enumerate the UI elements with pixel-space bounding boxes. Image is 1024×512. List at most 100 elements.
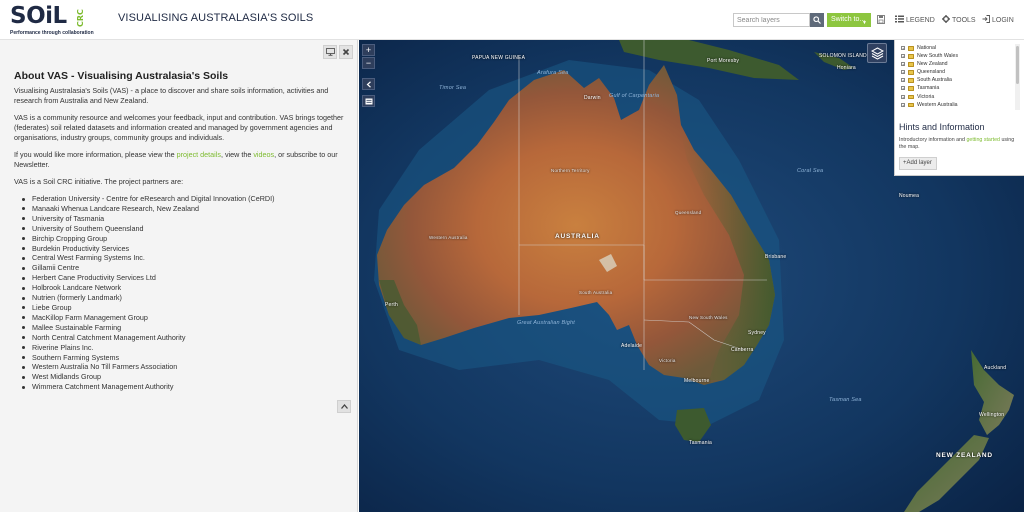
- label-nsw: New South Wales: [689, 315, 728, 320]
- label-western-australia: Western Australia: [429, 235, 468, 240]
- label-south-australia: South Australia: [579, 290, 613, 295]
- layer-tree-item[interactable]: + Western Australia: [901, 101, 1015, 109]
- partner-item: Southern Farming Systems: [21, 353, 274, 363]
- label-perth: Perth: [385, 302, 398, 308]
- partner-item: Wimmera Catchment Management Authority: [21, 382, 274, 392]
- close-icon: [342, 48, 350, 56]
- folder-icon: [908, 78, 914, 83]
- layer-tree-label: Victoria: [917, 93, 935, 100]
- partner-item: Western Australia No Till Farmers Associ…: [21, 362, 274, 372]
- layer-tree-item[interactable]: + Victoria: [901, 93, 1015, 101]
- layer-tree-label: Tasmania: [917, 85, 940, 92]
- layer-tree-label: South Australia: [917, 77, 952, 84]
- partner-item: Federation University - Centre for eRese…: [21, 194, 275, 203]
- about-community: VAS is a community resource and welcomes…: [14, 113, 344, 142]
- expand-icon[interactable]: +: [901, 70, 905, 75]
- more-info-text: If you would like more information, plea…: [14, 150, 177, 159]
- layer-tree-item[interactable]: + South Australia: [901, 76, 1015, 84]
- monitor-icon: [326, 48, 335, 56]
- layer-tree-item[interactable]: + National: [901, 44, 1015, 52]
- add-layer-label: Add layer: [906, 160, 932, 166]
- list-icon: [895, 15, 904, 23]
- label-honiara: Honiara: [837, 65, 856, 71]
- label-victoria: Victoria: [659, 358, 676, 363]
- zoom-out-button[interactable]: −: [362, 57, 375, 69]
- folder-icon: [908, 62, 914, 67]
- getting-started-link[interactable]: getting started: [966, 137, 1000, 143]
- label-brisbane: Brisbane: [765, 254, 787, 260]
- label-noumea: Noumea: [899, 193, 920, 199]
- label-gulf-carpentaria: Gulf of Carpentaria: [609, 93, 660, 99]
- logo-crc: CRC: [76, 9, 85, 27]
- add-layer-button[interactable]: +Add layer: [899, 157, 937, 170]
- folder-icon: [908, 86, 914, 91]
- login-button[interactable]: LOGIN: [982, 15, 1014, 25]
- partner-item: Mallee Sustainable Farming: [21, 323, 274, 333]
- soil-crc-logo[interactable]: SOiL CRC Performance through collaborati…: [10, 3, 94, 37]
- label-tasmania: Tasmania: [689, 440, 712, 446]
- about-more-info: If you would like more information, plea…: [14, 150, 349, 170]
- videos-link[interactable]: videos: [253, 150, 274, 159]
- close-panel-button[interactable]: [339, 45, 353, 59]
- hints-title: Hints and Information: [899, 122, 985, 132]
- expand-icon[interactable]: +: [901, 62, 905, 67]
- label-canberra: Canberra: [731, 347, 754, 353]
- partner-item: North Central Catchment Management Autho…: [21, 333, 274, 343]
- partner-item: Burdekin Productivity Services: [21, 244, 274, 254]
- partner-item: MacKillop Farm Management Group: [21, 313, 274, 323]
- map-list-button[interactable]: [362, 95, 375, 107]
- layers-panel: + National + New South Wales + New Zealand + Qu…: [894, 40, 1024, 176]
- tools-button[interactable]: TOOLS: [942, 15, 976, 25]
- label-wellington: Wellington: [979, 412, 1005, 418]
- label-melbourne: Melbourne: [684, 378, 710, 384]
- chevron-left-icon: [366, 81, 371, 88]
- layer-tree-item[interactable]: + New Zealand: [901, 60, 1015, 68]
- partner-item: Riverine Plains Inc.: [21, 343, 274, 353]
- expand-icon[interactable]: +: [901, 54, 905, 59]
- expand-icon[interactable]: +: [901, 94, 905, 99]
- layers-toggle-button[interactable]: [867, 43, 887, 63]
- expand-icon[interactable]: +: [901, 78, 905, 83]
- partner-item: Central West Farming Systems Inc.: [21, 253, 274, 263]
- expand-icon[interactable]: +: [901, 102, 905, 107]
- label-queensland: Queensland: [675, 210, 702, 215]
- switch-to-dropdown[interactable]: Switch to... ▼: [827, 13, 871, 27]
- search-button[interactable]: [810, 13, 824, 27]
- search-layers-input[interactable]: [733, 13, 810, 27]
- expand-icon[interactable]: +: [901, 46, 905, 51]
- label-coral-sea: Coral Sea: [797, 168, 824, 174]
- layer-tree-item[interactable]: + Tasmania: [901, 84, 1015, 92]
- logo-tagline: Performance through collaboration: [10, 30, 94, 36]
- layer-tree-item[interactable]: + New South Wales: [901, 52, 1015, 60]
- layer-tree-item[interactable]: + Queensland: [901, 68, 1015, 76]
- desktop-view-button[interactable]: [323, 45, 337, 59]
- label-new-zealand: NEW ZEALAND: [936, 452, 993, 459]
- layer-tree-label: New Zealand: [917, 61, 948, 68]
- layer-tree-scrollbar[interactable]: [1015, 44, 1020, 110]
- label-arafura: Arafura Sea: [537, 70, 569, 76]
- partner-item: West Midlands Group: [21, 372, 274, 382]
- about-intro: Visualising Australasia's Soils (VAS) - …: [14, 86, 329, 105]
- partner-item: Holbrook Landcare Network: [21, 283, 274, 293]
- folder-icon: [908, 46, 914, 51]
- scroll-top-button[interactable]: [337, 400, 351, 413]
- project-details-link[interactable]: project details: [177, 150, 221, 159]
- switch-label: Switch to...: [831, 16, 866, 23]
- save-icon[interactable]: [877, 15, 885, 24]
- more-info-text-2: , view the: [220, 150, 254, 159]
- legend-button[interactable]: LEGEND: [895, 15, 935, 25]
- header: SOiL CRC Performance through collaborati…: [0, 0, 1024, 40]
- label-auckland: Auckland: [984, 365, 1007, 371]
- list-view-icon: [365, 98, 373, 105]
- toggle-panel-button[interactable]: [362, 78, 375, 90]
- tools-label: TOOLS: [952, 17, 976, 24]
- chevron-up-icon: [341, 404, 348, 409]
- logo-word: SOiL: [10, 3, 67, 29]
- zoom-in-button[interactable]: +: [362, 44, 375, 56]
- layer-tree-label: Queensland: [917, 69, 945, 76]
- expand-icon[interactable]: +: [901, 86, 905, 91]
- about-title: About VAS - Visualising Australasia's So…: [14, 70, 229, 82]
- login-icon: [982, 15, 990, 23]
- folder-icon: [908, 94, 914, 100]
- layer-tree: + National + New South Wales + New Zealand + Qu…: [901, 44, 1015, 110]
